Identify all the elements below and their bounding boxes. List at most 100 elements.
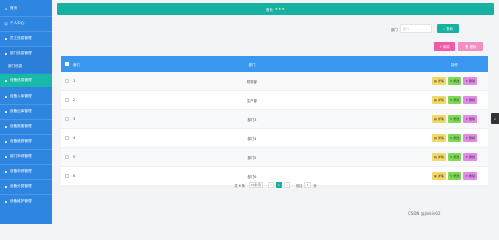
search-button[interactable]: ⌕ 查询 [437, 24, 459, 33]
row-checkbox[interactable] [65, 155, 69, 159]
view-button[interactable]: ▤ 详情 [432, 77, 446, 85]
row-dept: 部门5 [247, 155, 257, 160]
pencil-icon: ✎ [449, 174, 453, 178]
table-row: 5 部门5 ▤ 详情 ✎ 修改 ✕ 删除 [61, 148, 488, 167]
page-unit-label: 页 [313, 183, 317, 188]
trash-icon: ✕ [465, 136, 468, 140]
view-button[interactable]: ▤ 详情 [432, 172, 446, 180]
sidebar-item-department[interactable]: ▪ 部门信息管理 [0, 47, 52, 60]
sidebar-item-label: 部门申领管理 [10, 154, 32, 158]
row-checkbox[interactable] [65, 174, 69, 178]
edit-label: 修改 [453, 79, 460, 83]
delete-button[interactable]: ✕ 删除 [463, 134, 477, 142]
home-icon: ⌂ [4, 6, 8, 11]
folder-icon: ▪ [4, 124, 8, 129]
pencil-icon: ✎ [449, 98, 453, 102]
pencil-icon: ✎ [449, 117, 453, 121]
delete-button[interactable]: ✕ 删除 [463, 153, 477, 161]
sidebar-item-device-category[interactable]: ▪ 设备分类管理 [0, 180, 52, 193]
edit-button[interactable]: ✎ 修改 [447, 134, 462, 142]
edit-button[interactable]: ✎ 修改 [447, 153, 462, 161]
detail-icon: ▤ [434, 98, 437, 102]
view-label: 详情 [437, 155, 444, 159]
sidebar-item-label: 设备出库管理 [10, 109, 32, 113]
row-dept: 财务部 [246, 79, 258, 84]
folder-icon: ▪ [4, 109, 8, 114]
delete-label: 删除 [468, 98, 475, 102]
bulk-delete-button[interactable]: 🗑 删除 [458, 42, 483, 51]
select-all-checkbox[interactable] [65, 62, 69, 66]
sidebar-item-home[interactable]: ⌂ 首页 [0, 2, 52, 15]
trash-icon: 🗑 [464, 44, 469, 49]
sidebar-subitem-department-info[interactable]: 部门信息 [0, 60, 52, 73]
sidebar-item-label: 部门信息管理 [10, 51, 32, 55]
sidebar-item-device-info[interactable]: ▪ 设备信息管理 [0, 74, 52, 87]
sidebar-item-device-scrap[interactable]: ▪ 设备报废管理 [0, 120, 52, 133]
watermark: CSDN @jinkin02 [408, 211, 441, 216]
edit-button[interactable]: ✎ 修改 [447, 172, 462, 180]
folder-icon: ▪ [4, 199, 8, 204]
pencil-icon: ✎ [449, 136, 453, 140]
edit-label: 修改 [453, 174, 460, 178]
sidebar-item-label: 首页 [10, 6, 18, 10]
sidebar-item-device-repair[interactable]: ▪ 设备维修管理 [0, 135, 52, 148]
page-title: 首页 [265, 7, 273, 12]
row-index: 2 [73, 98, 76, 102]
header-ops: 操作 [451, 62, 458, 67]
edit-button[interactable]: ✎ 修改 [447, 96, 462, 104]
sidebar-item-device-in[interactable]: ▪ 设备入库管理 [0, 90, 52, 103]
add-button[interactable]: + 新增 [434, 42, 455, 51]
bulk-delete-label: 删除 [469, 45, 477, 49]
row-checkbox[interactable] [65, 136, 69, 140]
goto-page-input[interactable]: 1 [304, 182, 312, 188]
detail-icon: ▤ [434, 79, 437, 83]
row-index: 5 [73, 155, 76, 159]
sidebar-item-label: 设备维修管理 [10, 139, 32, 143]
row-checkbox[interactable] [65, 79, 69, 83]
header-dept: 部门 [248, 62, 256, 67]
detail-icon: ▤ [434, 136, 437, 140]
view-button[interactable]: ▤ 详情 [432, 134, 446, 142]
page-1-button[interactable]: 1 [275, 182, 282, 188]
delete-button[interactable]: ✕ 删除 [463, 96, 477, 104]
edit-button[interactable]: ✎ 修改 [447, 77, 462, 85]
sidebar-item-device-claim[interactable]: ▪ 设备申领管理 [0, 165, 52, 178]
delete-label: 删除 [468, 155, 475, 159]
folder-icon: ▪ [4, 94, 8, 99]
search-icon: ⌕ [443, 26, 446, 31]
folder-icon: ▪ [4, 78, 8, 83]
pencil-icon: ✎ [449, 155, 453, 159]
delete-label: 删除 [468, 136, 475, 140]
page-size-select[interactable]: 10条/页 [248, 182, 263, 188]
view-button[interactable]: ▤ 详情 [432, 96, 446, 104]
sidebar-item-device-maintain[interactable]: ▪ 设备维护管理 [0, 195, 52, 208]
total-count: 共 6 条 [234, 183, 245, 188]
sidebar-item-dept-claim[interactable]: ▪ 部门申领管理 [0, 150, 52, 163]
detail-icon: ▤ [434, 155, 437, 159]
trash-icon: ✕ [465, 117, 468, 121]
prev-page-button[interactable]: < [267, 182, 274, 188]
view-button[interactable]: ▤ 详情 [432, 115, 446, 123]
row-index: 4 [73, 136, 76, 140]
search-label: 部门 [391, 28, 398, 32]
sidebar-item-device-out[interactable]: ▪ 设备出库管理 [0, 105, 52, 118]
row-dept: 部门3 [247, 117, 257, 122]
sidebar-item-profile[interactable]: ☺ 个人中心 [0, 17, 52, 30]
table-row: 3 部门3 ▤ 详情 ✎ 修改 ✕ 删除 [61, 110, 488, 129]
view-label: 详情 [437, 136, 444, 140]
view-label: 详情 [437, 98, 444, 102]
sidebar-item-employee[interactable]: ▪ 员工信息管理 [0, 32, 52, 45]
side-collapse-tab[interactable]: < [491, 113, 499, 124]
row-checkbox[interactable] [65, 98, 69, 102]
delete-label: 删除 [468, 174, 475, 178]
row-checkbox[interactable] [65, 117, 69, 121]
delete-button[interactable]: ✕ 删除 [463, 115, 477, 123]
edit-button[interactable]: ✎ 修改 [447, 115, 462, 123]
search-input[interactable]: 部门 [400, 24, 432, 33]
next-page-button[interactable]: > [283, 182, 290, 188]
folder-icon: ▪ [4, 51, 8, 56]
trash-icon: ✕ [465, 79, 468, 83]
delete-button[interactable]: ✕ 删除 [463, 172, 477, 180]
delete-button[interactable]: ✕ 删除 [463, 77, 477, 85]
view-button[interactable]: ▤ 详情 [432, 153, 446, 161]
